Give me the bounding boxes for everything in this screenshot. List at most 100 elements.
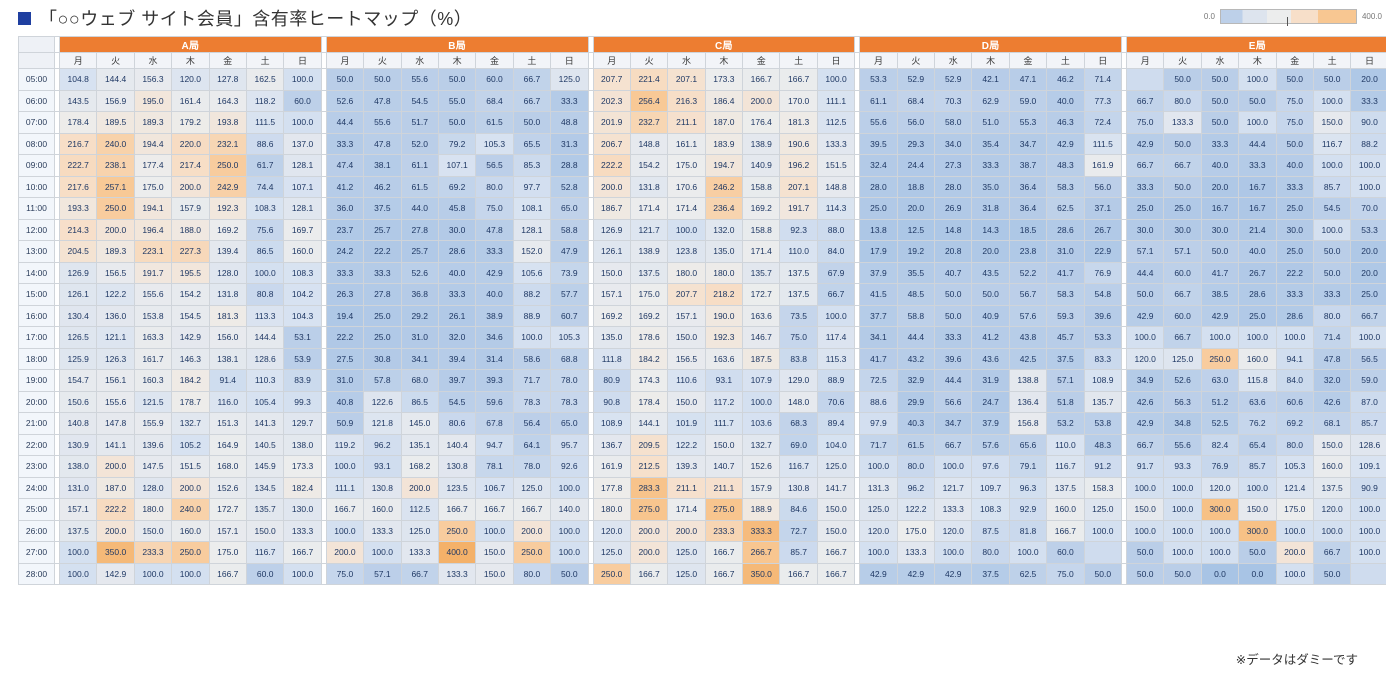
heatmap-cell: 207.7: [667, 283, 706, 306]
heatmap-cell: 130.8: [437, 455, 477, 478]
table-row: 19:00 154.7 156.1 160.3 184.2 91.4 110.3 83.9 31…: [18, 369, 1386, 392]
heatmap-cell: 24.7: [971, 390, 1010, 413]
heatmap-cell: 71.4: [1083, 68, 1123, 91]
heatmap-cell: 100.0: [667, 218, 706, 241]
heatmap-cell: 88.6: [245, 132, 285, 155]
heatmap-cell: 150.0: [704, 433, 744, 456]
heatmap-cell: 108.1: [512, 197, 552, 220]
table-row: 18:00 125.9 126.3 161.7 146.3 138.1 128.6 53.9 2…: [18, 347, 1386, 370]
heatmap-cell: 38.1: [363, 154, 402, 177]
heatmap-cell: 125.0: [550, 68, 589, 91]
heatmap-cell: 23.8: [1008, 240, 1048, 263]
heatmap-cell: 25.7: [400, 240, 439, 263]
heatmap-cell: 150.0: [1312, 433, 1352, 456]
heatmap-cell: 75.0: [1125, 111, 1165, 134]
heatmap-cell: 105.6: [512, 261, 552, 284]
heatmap-cell: 142.9: [171, 326, 210, 349]
heatmap-cell: 100.0: [1238, 111, 1277, 134]
heatmap-cell: 25.0: [1163, 197, 1202, 220]
heatmap-cell: 156.9: [96, 89, 135, 112]
heatmap-cell: 53.1: [283, 326, 322, 349]
heatmap-cell: 108.3: [283, 261, 322, 284]
heatmap-cell: 150.0: [245, 519, 285, 542]
heatmap-cell: 20.0: [971, 240, 1010, 263]
heatmap-cell: 135.7: [1083, 390, 1123, 413]
heatmap-cell: 138.8: [1008, 369, 1048, 392]
heatmap-cell: 120.0: [592, 519, 631, 542]
heatmap-cell: 100.0: [1163, 519, 1202, 542]
heatmap-cell: 73.5: [779, 304, 818, 327]
day-header-C局-月: 月: [592, 52, 631, 69]
heatmap-cell: 221.4: [629, 68, 669, 91]
heatmap-cell: 150.0: [816, 519, 856, 542]
heatmap-cell: 16.7: [1200, 197, 1240, 220]
heatmap-cell: 32.4: [859, 154, 898, 177]
heatmap-cell: 29.3: [896, 132, 936, 155]
heatmap-cell: 52.0: [400, 132, 439, 155]
heatmap-cell: 153.8: [133, 304, 173, 327]
table-row: 16:00 130.4 136.0 153.8 154.5 181.3 113.3 104.3…: [18, 304, 1386, 327]
heatmap-cell: 120.0: [1200, 476, 1240, 499]
heatmap-cell: 152.6: [742, 455, 781, 478]
heatmap-cell: 107.1: [437, 154, 477, 177]
color-scale-legend: 0.0 400.0: [1204, 9, 1382, 26]
heatmap-cell: 202.3: [592, 89, 631, 112]
heatmap-cell: 55.6: [859, 111, 898, 134]
day-header-E局-金: 金: [1275, 52, 1314, 69]
station-header-B局: B局: [325, 36, 589, 53]
heatmap-cell: 138.9: [742, 132, 781, 155]
heatmap-cell: 41.7: [859, 347, 898, 370]
heatmap-cell: 30.0: [1200, 218, 1240, 241]
heatmap-cell: 93.3: [1163, 455, 1202, 478]
heatmap-cell: 171.4: [667, 197, 706, 220]
heatmap-cell: 62.5: [1008, 562, 1048, 585]
heatmap-cell: 78.3: [550, 390, 589, 413]
heatmap-cell: 96.2: [896, 476, 936, 499]
heatmap-cell: 71.4: [1312, 326, 1352, 349]
heatmap-cell: 100.0: [1238, 476, 1277, 499]
heatmap-cell: 57.1: [1163, 240, 1202, 263]
heatmap-cell: 100.0: [1350, 175, 1386, 198]
heatmap-cell: 105.3: [550, 326, 589, 349]
heatmap-cell: 116.7: [779, 455, 818, 478]
heatmap-cell: 35.5: [896, 261, 936, 284]
heatmap-cell: 57.7: [550, 283, 589, 306]
heatmap-cell: 75.0: [325, 562, 365, 585]
heatmap-cell: 57.1: [363, 562, 402, 585]
day-header-row: 月火水木金土日月火水木金土日月火水木金土日月火水木金土日月火水木金土日: [18, 52, 1386, 69]
heatmap-cell: 166.7: [816, 541, 856, 564]
heatmap-cell: 75.0: [1275, 111, 1314, 134]
heatmap-cell: 126.9: [592, 218, 631, 241]
heatmap-cell: 58.8: [896, 304, 936, 327]
heatmap-cell: 72.5: [859, 369, 898, 392]
table-row: 17:00 126.5 121.1 163.3 142.9 156.0 144.4 53.1 2…: [18, 326, 1386, 349]
heatmap-cell: 44.0: [400, 197, 439, 220]
heatmap-cell: 18.5: [1008, 218, 1048, 241]
heatmap-cell: 105.3: [475, 132, 514, 155]
heatmap-cell: 157.1: [592, 283, 631, 306]
heatmap-cell: 34.9: [1125, 369, 1165, 392]
heatmap-cell: 128.1: [283, 154, 322, 177]
day-header-A局-木: 木: [171, 52, 210, 69]
heatmap-cell: 100.0: [550, 476, 589, 499]
heatmap-cell: 183.9: [704, 132, 744, 155]
heatmap-cell: 118.2: [245, 89, 285, 112]
heatmap-cell: 190.0: [704, 304, 744, 327]
heatmap-cell: 150.0: [667, 390, 706, 413]
heatmap-cell: 132.7: [742, 433, 781, 456]
heatmap-cell: 126.1: [592, 240, 631, 263]
heatmap-cell: 110.3: [245, 369, 285, 392]
heatmap-cell: 86.5: [245, 240, 285, 263]
heatmap-cell: 257.1: [96, 175, 135, 198]
heatmap-cell: 53.3: [1350, 218, 1386, 241]
heatmap-cell: 100.0: [475, 519, 514, 542]
heatmap-cell: 28.8: [550, 154, 589, 177]
heatmap-cell: 150.0: [133, 519, 173, 542]
heatmap-cell: 300.0: [1200, 498, 1240, 521]
heatmap-cell: 56.5: [475, 154, 514, 177]
heatmap-cell: 100.0: [934, 541, 973, 564]
heatmap-cell: 50.9: [325, 412, 365, 435]
heatmap-cell: 132.7: [171, 412, 210, 435]
heatmap-cell: 47.4: [325, 154, 365, 177]
heatmap-cell: 53.3: [1083, 326, 1123, 349]
